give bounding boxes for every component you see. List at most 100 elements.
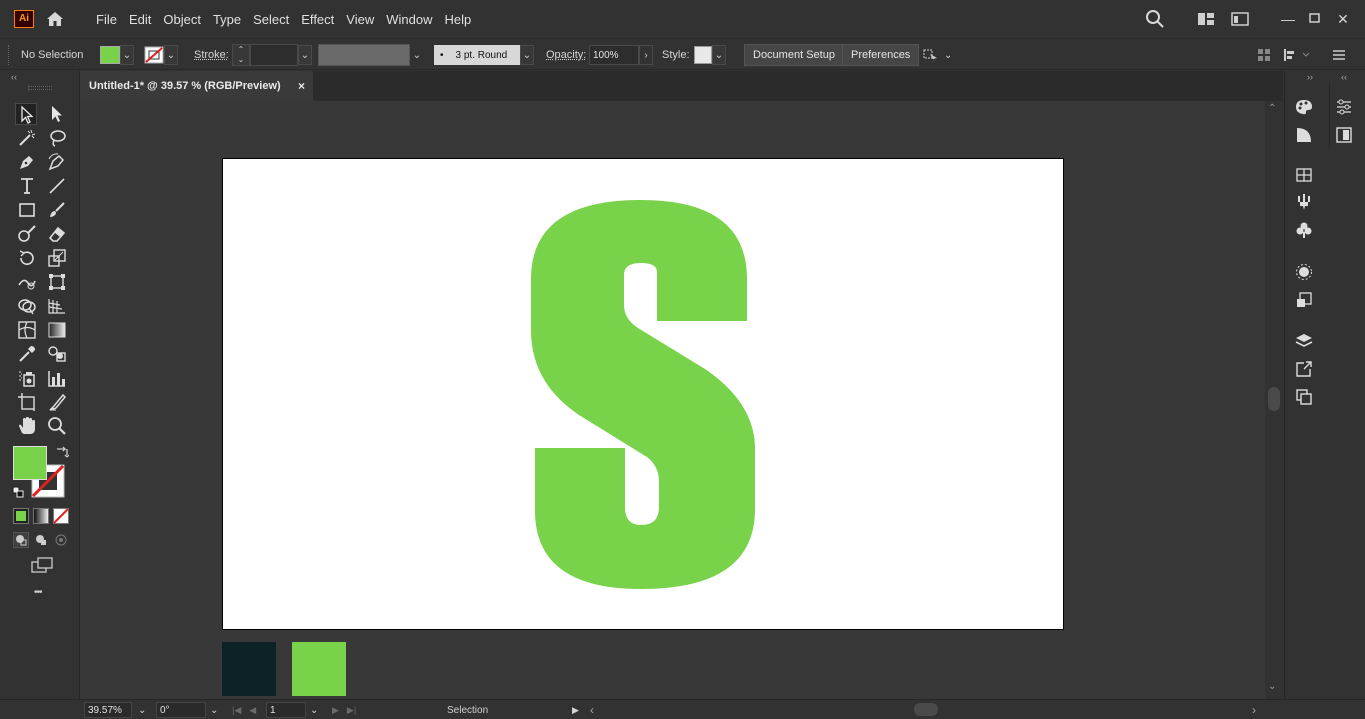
default-fill-stroke-icon[interactable] <box>12 486 24 498</box>
pen-tool[interactable] <box>16 151 38 173</box>
hand-tool[interactable] <box>16 415 38 437</box>
eraser-tool[interactable] <box>46 223 68 245</box>
draw-normal-icon[interactable] <box>13 532 29 548</box>
minimize-button[interactable]: — <box>1277 11 1299 27</box>
hscroll-left-arrow[interactable]: ‹ <box>590 702 594 718</box>
scale-tool[interactable] <box>46 247 68 269</box>
select-similar-control[interactable]: ⌄ <box>922 44 952 66</box>
select-similar-dropdown[interactable]: ⌄ <box>944 50 952 61</box>
eyedropper-tool[interactable] <box>16 343 38 365</box>
line-segment-tool[interactable] <box>46 175 68 197</box>
letter-s-shape[interactable] <box>223 159 1065 631</box>
color-guide-icon[interactable] <box>1295 126 1313 144</box>
stroke-dropdown[interactable]: ⌄ <box>164 45 178 65</box>
next-artboard-icon[interactable]: ▶ <box>332 705 339 716</box>
panel-grip-left[interactable] <box>8 45 11 65</box>
artboard-first-prev-nav[interactable]: |◀ ◀ <box>232 702 256 718</box>
vertical-scrollbar[interactable]: ⌃ ⌄ <box>1265 101 1283 699</box>
lasso-tool[interactable] <box>46 127 68 149</box>
brushes-panel-icon[interactable] <box>1295 193 1313 211</box>
maximize-button[interactable] <box>1303 10 1325 28</box>
edit-toolbar-button[interactable]: ••• <box>34 587 42 598</box>
slice-tool[interactable] <box>46 391 68 413</box>
color-mode-button[interactable] <box>13 508 29 524</box>
swap-fill-stroke-icon[interactable] <box>55 445 69 459</box>
properties-panel-icon[interactable] <box>1335 98 1353 116</box>
rotation-field[interactable]: 0° <box>156 702 206 718</box>
document-setup-button[interactable]: Document Setup <box>744 44 844 66</box>
artboards-panel-icon[interactable] <box>1295 388 1313 406</box>
zoom-tool[interactable] <box>46 415 68 437</box>
menu-help[interactable]: Help <box>438 12 477 27</box>
menu-object[interactable]: Object <box>157 12 207 27</box>
graphic-styles-panel-icon[interactable] <box>1295 291 1313 309</box>
screen-mode-icon[interactable] <box>31 557 53 573</box>
rotate-tool[interactable] <box>16 247 38 269</box>
style-swatch[interactable] <box>694 46 712 64</box>
zoom-level-field[interactable]: 39.57% <box>84 702 132 718</box>
opacity-control[interactable]: 100% › <box>589 44 653 66</box>
menu-effect[interactable]: Effect <box>295 12 340 27</box>
hscroll-right-arrow[interactable]: › <box>1252 702 1256 718</box>
export-asset-panel-icon[interactable] <box>1295 360 1313 378</box>
rectangle-tool[interactable] <box>16 199 38 221</box>
variable-width-dropdown[interactable]: ⌄ <box>410 45 424 65</box>
draw-inside-icon[interactable] <box>53 532 69 548</box>
scroll-up-arrow[interactable]: ⌃ <box>1268 103 1276 114</box>
artboard-next-last-nav[interactable]: ▶ ▶| <box>332 702 356 718</box>
type-tool[interactable] <box>16 175 38 197</box>
direct-selection-tool[interactable] <box>46 103 68 125</box>
symbol-sprayer-tool[interactable] <box>16 367 38 389</box>
home-icon[interactable] <box>45 9 65 29</box>
collapse-dock-right[interactable]: ‹‹ <box>1341 72 1347 82</box>
artboard-number-control[interactable]: 1 ⌄ <box>266 702 318 718</box>
fill-swatch[interactable] <box>100 46 120 64</box>
brush-definition[interactable]: • 3 pt. Round ⌄ <box>434 44 534 66</box>
tools-grip[interactable] <box>28 86 52 90</box>
menu-file[interactable]: File <box>90 12 123 27</box>
preferences-button[interactable]: Preferences <box>842 44 920 66</box>
arrange-documents-icon[interactable] <box>1231 12 1249 26</box>
stroke-control[interactable]: ⌄ <box>144 44 178 66</box>
menu-type[interactable]: Type <box>207 12 247 27</box>
swatch-dark-teal[interactable] <box>222 642 276 696</box>
zoom-dropdown-icon[interactable]: ⌄ <box>138 705 146 716</box>
stroke-stepper[interactable]: ⌃ ⌄ <box>232 44 250 66</box>
gradient-mode-button[interactable] <box>33 508 49 524</box>
none-mode-button[interactable] <box>53 508 69 524</box>
collapse-dock-left[interactable]: ›› <box>1307 72 1313 82</box>
warp-tool[interactable] <box>16 271 38 293</box>
align-icon[interactable] <box>1283 48 1311 62</box>
horizontal-scroll-thumb[interactable] <box>914 703 938 716</box>
stroke-weight-field[interactable]: ⌃ ⌄ ⌄ <box>232 44 312 66</box>
stroke-none-swatch[interactable] <box>144 46 164 64</box>
scroll-down-arrow[interactable]: ⌄ <box>1268 681 1276 692</box>
document-tab[interactable]: Untitled-1* @ 39.57 % (RGB/Preview) × <box>80 71 313 101</box>
magic-wand-tool[interactable] <box>16 127 38 149</box>
artboard-number-dropdown-icon[interactable]: ⌄ <box>310 705 318 716</box>
status-menu-arrow[interactable]: ▶ <box>572 702 579 718</box>
close-window-button[interactable]: ✕ <box>1331 11 1355 28</box>
menu-select[interactable]: Select <box>247 12 295 27</box>
shape-builder-tool[interactable] <box>16 295 38 317</box>
stroke-label[interactable]: Stroke: <box>194 44 229 66</box>
style-dropdown[interactable]: ⌄ <box>712 45 726 65</box>
free-transform-tool[interactable] <box>46 271 68 293</box>
brush-dropdown[interactable]: ⌄ <box>520 45 534 65</box>
fill-control[interactable]: ⌄ <box>100 44 134 66</box>
blend-tool[interactable] <box>46 343 68 365</box>
menu-view[interactable]: View <box>340 12 380 27</box>
canvas-area[interactable] <box>80 101 1265 699</box>
panel-menu-icon[interactable] <box>1332 49 1346 61</box>
column-graph-tool[interactable] <box>46 367 68 389</box>
zoom-control[interactable]: 39.57% ⌄ <box>84 702 146 718</box>
symbols-panel-icon[interactable] <box>1295 221 1313 239</box>
stroke-weight-input[interactable] <box>250 44 298 66</box>
draw-behind-icon[interactable] <box>33 532 49 548</box>
select-similar-icon[interactable] <box>922 46 940 64</box>
arrange-icon[interactable] <box>1257 48 1271 62</box>
paintbrush-tool[interactable] <box>46 199 68 221</box>
color-panel-icon[interactable] <box>1295 98 1313 116</box>
rotation-control[interactable]: 0° ⌄ <box>156 702 218 718</box>
brush-preview-box[interactable]: • 3 pt. Round <box>434 45 520 65</box>
